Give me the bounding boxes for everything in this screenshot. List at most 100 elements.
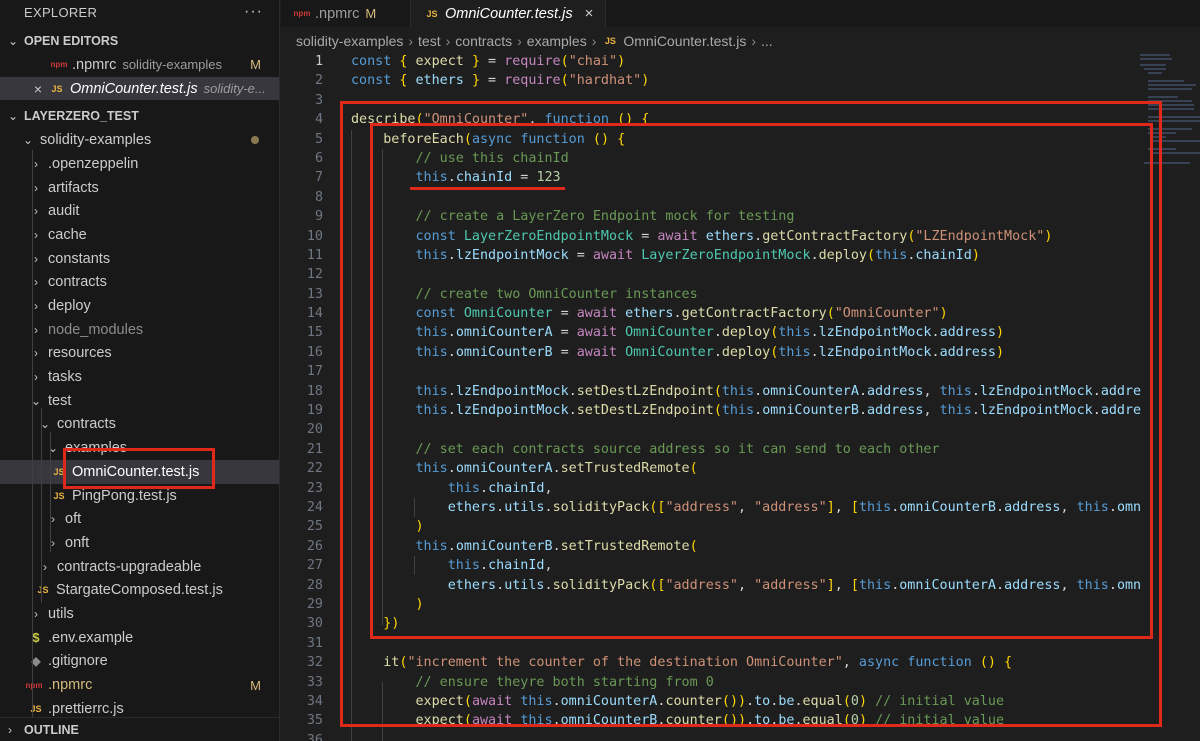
workspace-label: LAYERZERO_TEST	[24, 109, 139, 124]
tree-item-label: solidity-examples	[40, 132, 152, 149]
chevron-right-icon: ›	[51, 512, 55, 527]
line-number: 21	[306, 441, 323, 457]
line-number: 31	[306, 635, 323, 651]
tree-file-gitignore[interactable]: ◆ .gitignore	[0, 650, 279, 674]
chevron-down-icon: ⌄	[22, 133, 34, 148]
breadcrumb-item[interactable]: examples	[527, 33, 587, 49]
npm-file-icon: npm	[293, 9, 311, 18]
code-line[interactable]: const { ethers } = require("hardhat")	[351, 71, 1141, 90]
line-number: 27	[306, 558, 323, 574]
tree-item-label: PingPong.test.js	[72, 487, 177, 504]
breadcrumb: solidity-examples › test › contracts › exam…	[296, 31, 773, 51]
underline-chainid	[410, 187, 565, 190]
chevron-right-icon: ›	[34, 346, 38, 361]
chevron-right-icon: ›	[591, 33, 597, 49]
line-number: 2	[314, 73, 323, 89]
js-file-icon: JS	[53, 490, 65, 501]
chevron-right-icon: ›	[34, 156, 38, 171]
line-number: 34	[306, 693, 323, 709]
outline-section[interactable]: › OUTLINE	[0, 717, 279, 741]
js-file-icon: JS	[604, 36, 616, 46]
chevron-right-icon: ›	[43, 559, 47, 574]
chevron-down-icon: ⌄	[39, 417, 51, 432]
chevron-down-icon: ⌄	[8, 109, 19, 124]
chevron-down-icon: ⌄	[8, 34, 19, 48]
chevron-down-icon: ⌄	[47, 441, 59, 456]
line-number: 11	[306, 247, 323, 263]
line-number: 10	[306, 228, 323, 244]
line-number: 24	[306, 499, 323, 515]
line-number: 28	[306, 577, 323, 593]
close-icon[interactable]: ×	[30, 81, 46, 97]
open-editors-label: OPEN EDITORS	[24, 34, 119, 48]
highlight-box-tree-file	[63, 448, 215, 489]
line-number: 6	[314, 150, 323, 166]
tree-indent-guide	[32, 150, 33, 720]
tree-folder-deploy[interactable]: › deploy	[0, 294, 279, 318]
workspace-section[interactable]: ⌄ LAYERZERO_TEST	[0, 104, 279, 128]
tree-folder-solidity-examples[interactable]: ⌄ solidity-examples	[0, 128, 279, 152]
tree-item-label: artifacts	[48, 179, 99, 196]
tree-folder-utils[interactable]: › utils	[0, 602, 279, 626]
tree-item-label: contracts-upgradeable	[57, 558, 202, 575]
tree-item-label: .env.example	[48, 629, 134, 646]
breadcrumb-item[interactable]: contracts	[455, 33, 512, 49]
chevron-right-icon: ›	[34, 299, 38, 314]
tree-folder-node-modules[interactable]: › node_modules	[0, 318, 279, 342]
modified-badge: M	[365, 6, 377, 21]
line-number: 32	[306, 655, 323, 671]
tree-file-env-example[interactable]: $ .env.example	[0, 626, 279, 650]
more-dots-icon[interactable]: ···	[244, 3, 263, 21]
tree-item-label: .npmrc	[48, 677, 93, 694]
tree-item-label: audit	[48, 203, 80, 220]
tree-item-label: contracts	[57, 416, 116, 433]
line-number: 30	[306, 616, 323, 632]
js-file-icon: JS	[37, 585, 49, 596]
highlight-box-beforeeach	[370, 123, 1153, 639]
dollar-icon: $	[32, 630, 40, 646]
tree-folder-tasks[interactable]: › tasks	[0, 365, 279, 389]
code-line[interactable]: const { expect } = require("chai")	[351, 52, 1141, 71]
tree-item-label: .prettierrc.js	[48, 700, 124, 717]
open-editors-section[interactable]: ⌄ OPEN EDITORS	[0, 29, 279, 53]
tree-folder-constants[interactable]: › constants	[0, 247, 279, 271]
open-editor-desc: solidity-e...	[203, 81, 266, 97]
line-number: 13	[306, 286, 323, 302]
tree-item-label: oft	[65, 511, 82, 528]
chevron-right-icon: ›	[34, 322, 38, 337]
explorer-sidebar: EXPLORER ··· ⌄ OPEN EDITORS npm .npmrc s…	[0, 0, 280, 741]
tree-folder-audit[interactable]: › audit	[0, 199, 279, 223]
line-number: 8	[314, 189, 323, 205]
breadcrumb-item[interactable]: OmniCounter.test.js	[623, 33, 746, 49]
tab-npmrc[interactable]: npm .npmrc M	[281, 0, 411, 27]
tree-folder-contracts[interactable]: › contracts	[0, 271, 279, 295]
breadcrumb-item[interactable]: solidity-examples	[296, 33, 403, 49]
tree-item-label: StargateComposed.test.js	[56, 582, 223, 599]
tree-item-label: deploy	[48, 298, 91, 315]
line-number: 3	[314, 92, 323, 108]
tree-file-npmrc[interactable]: npm .npmrc M	[0, 673, 279, 697]
tree-item-label: test	[48, 392, 72, 409]
code-line[interactable]: ​	[351, 731, 1141, 741]
line-number: 26	[306, 538, 323, 554]
chevron-right-icon: ›	[34, 251, 38, 266]
tree-folder-artifacts[interactable]: › artifacts	[0, 176, 279, 200]
tab-omnicounter-test[interactable]: JS OmniCounter.test.js ×	[411, 0, 607, 27]
tree-folder-openzeppelin[interactable]: › .openzeppelin	[0, 152, 279, 176]
open-editor-omnicounter[interactable]: × JS OmniCounter.test.js solidity-e...	[0, 76, 279, 101]
breadcrumb-item[interactable]: ...	[761, 33, 773, 49]
open-editor-npmrc[interactable]: npm .npmrc solidity-examples M	[0, 53, 279, 77]
chevron-down-icon: ⌄	[30, 393, 42, 408]
tree-folder-resources[interactable]: › resources	[0, 342, 279, 366]
breadcrumb-item[interactable]: test	[418, 33, 441, 49]
tree-item-label: contracts	[48, 274, 107, 291]
chevron-right-icon: ›	[34, 204, 38, 219]
tree-item-label: onft	[65, 534, 90, 551]
line-number: 29	[306, 596, 323, 612]
js-file-icon: JS	[426, 8, 438, 19]
modified-badge: M	[250, 57, 261, 73]
close-icon[interactable]: ×	[585, 5, 594, 22]
line-number: 9	[314, 209, 323, 225]
line-number: 25	[306, 519, 323, 535]
tree-folder-cache[interactable]: › cache	[0, 223, 279, 247]
